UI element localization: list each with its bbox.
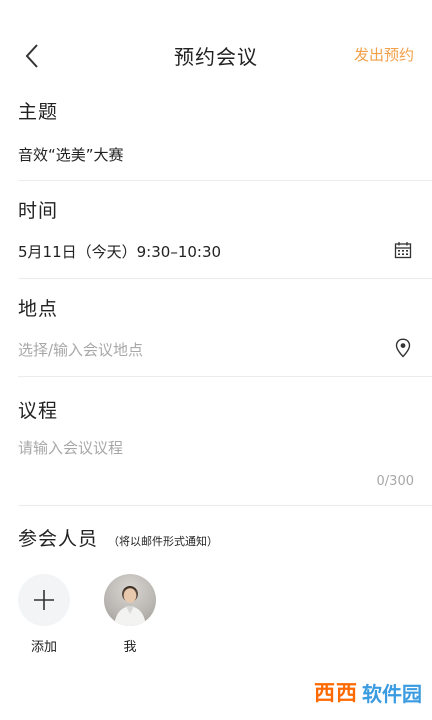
avatar	[104, 574, 156, 626]
divider	[18, 180, 432, 181]
time-value: 5月11日（今天）9:30–10:30	[18, 243, 222, 261]
add-circle[interactable]	[18, 574, 70, 626]
location-label: 地点	[18, 294, 414, 321]
time-label-text: 时间	[18, 200, 59, 222]
location-button[interactable]	[392, 337, 414, 359]
agenda-label: 议程	[18, 396, 414, 423]
watermark-text: 软件园	[362, 681, 422, 706]
plus-icon	[34, 590, 54, 610]
person-photo-icon	[114, 586, 146, 626]
attendee-me[interactable]: 我	[102, 574, 158, 655]
calendar-button[interactable]	[392, 239, 414, 261]
divider	[18, 505, 432, 506]
divider	[18, 278, 432, 279]
site-watermark: 西西 软件园	[222, 672, 422, 712]
attendees-label: 参会人员	[18, 528, 99, 550]
me-label: 我	[123, 640, 137, 655]
time-selector[interactable]: 5月11日（今天）9:30–10:30	[18, 241, 414, 262]
agenda-char-counter: 0/300	[376, 474, 414, 489]
add-label: 添加	[30, 640, 57, 655]
header-bar: 预约会议 发出预约	[0, 0, 432, 108]
attendees-header: 参会人员 （将以邮件形式通知）	[18, 524, 218, 551]
agenda-label-text: 议程	[18, 400, 59, 422]
location-input[interactable]: 选择/输入会议地点	[18, 339, 414, 360]
location-pin-icon	[395, 338, 411, 358]
attendees-note: （将以邮件形式通知）	[108, 535, 219, 548]
watermark-brand: 西西	[314, 681, 358, 705]
agenda-textarea[interactable]: 请输入会议议程	[18, 437, 414, 487]
time-label: 时间	[18, 196, 414, 223]
add-attendee-button[interactable]: 添加	[16, 574, 72, 655]
location-label-text: 地点	[18, 298, 59, 320]
divider	[18, 376, 432, 377]
send-reservation-button[interactable]: 发出预约	[354, 44, 414, 65]
calendar-icon	[394, 242, 412, 259]
topic-input[interactable]: 音效“选美”大赛	[18, 144, 414, 165]
topic-label: 主题	[18, 97, 414, 124]
topic-label-text: 主题	[18, 101, 59, 123]
agenda-placeholder: 请输入会议议程	[18, 439, 124, 457]
topic-value: 音效“选美”大赛	[18, 146, 124, 164]
location-placeholder: 选择/输入会议地点	[18, 341, 144, 359]
